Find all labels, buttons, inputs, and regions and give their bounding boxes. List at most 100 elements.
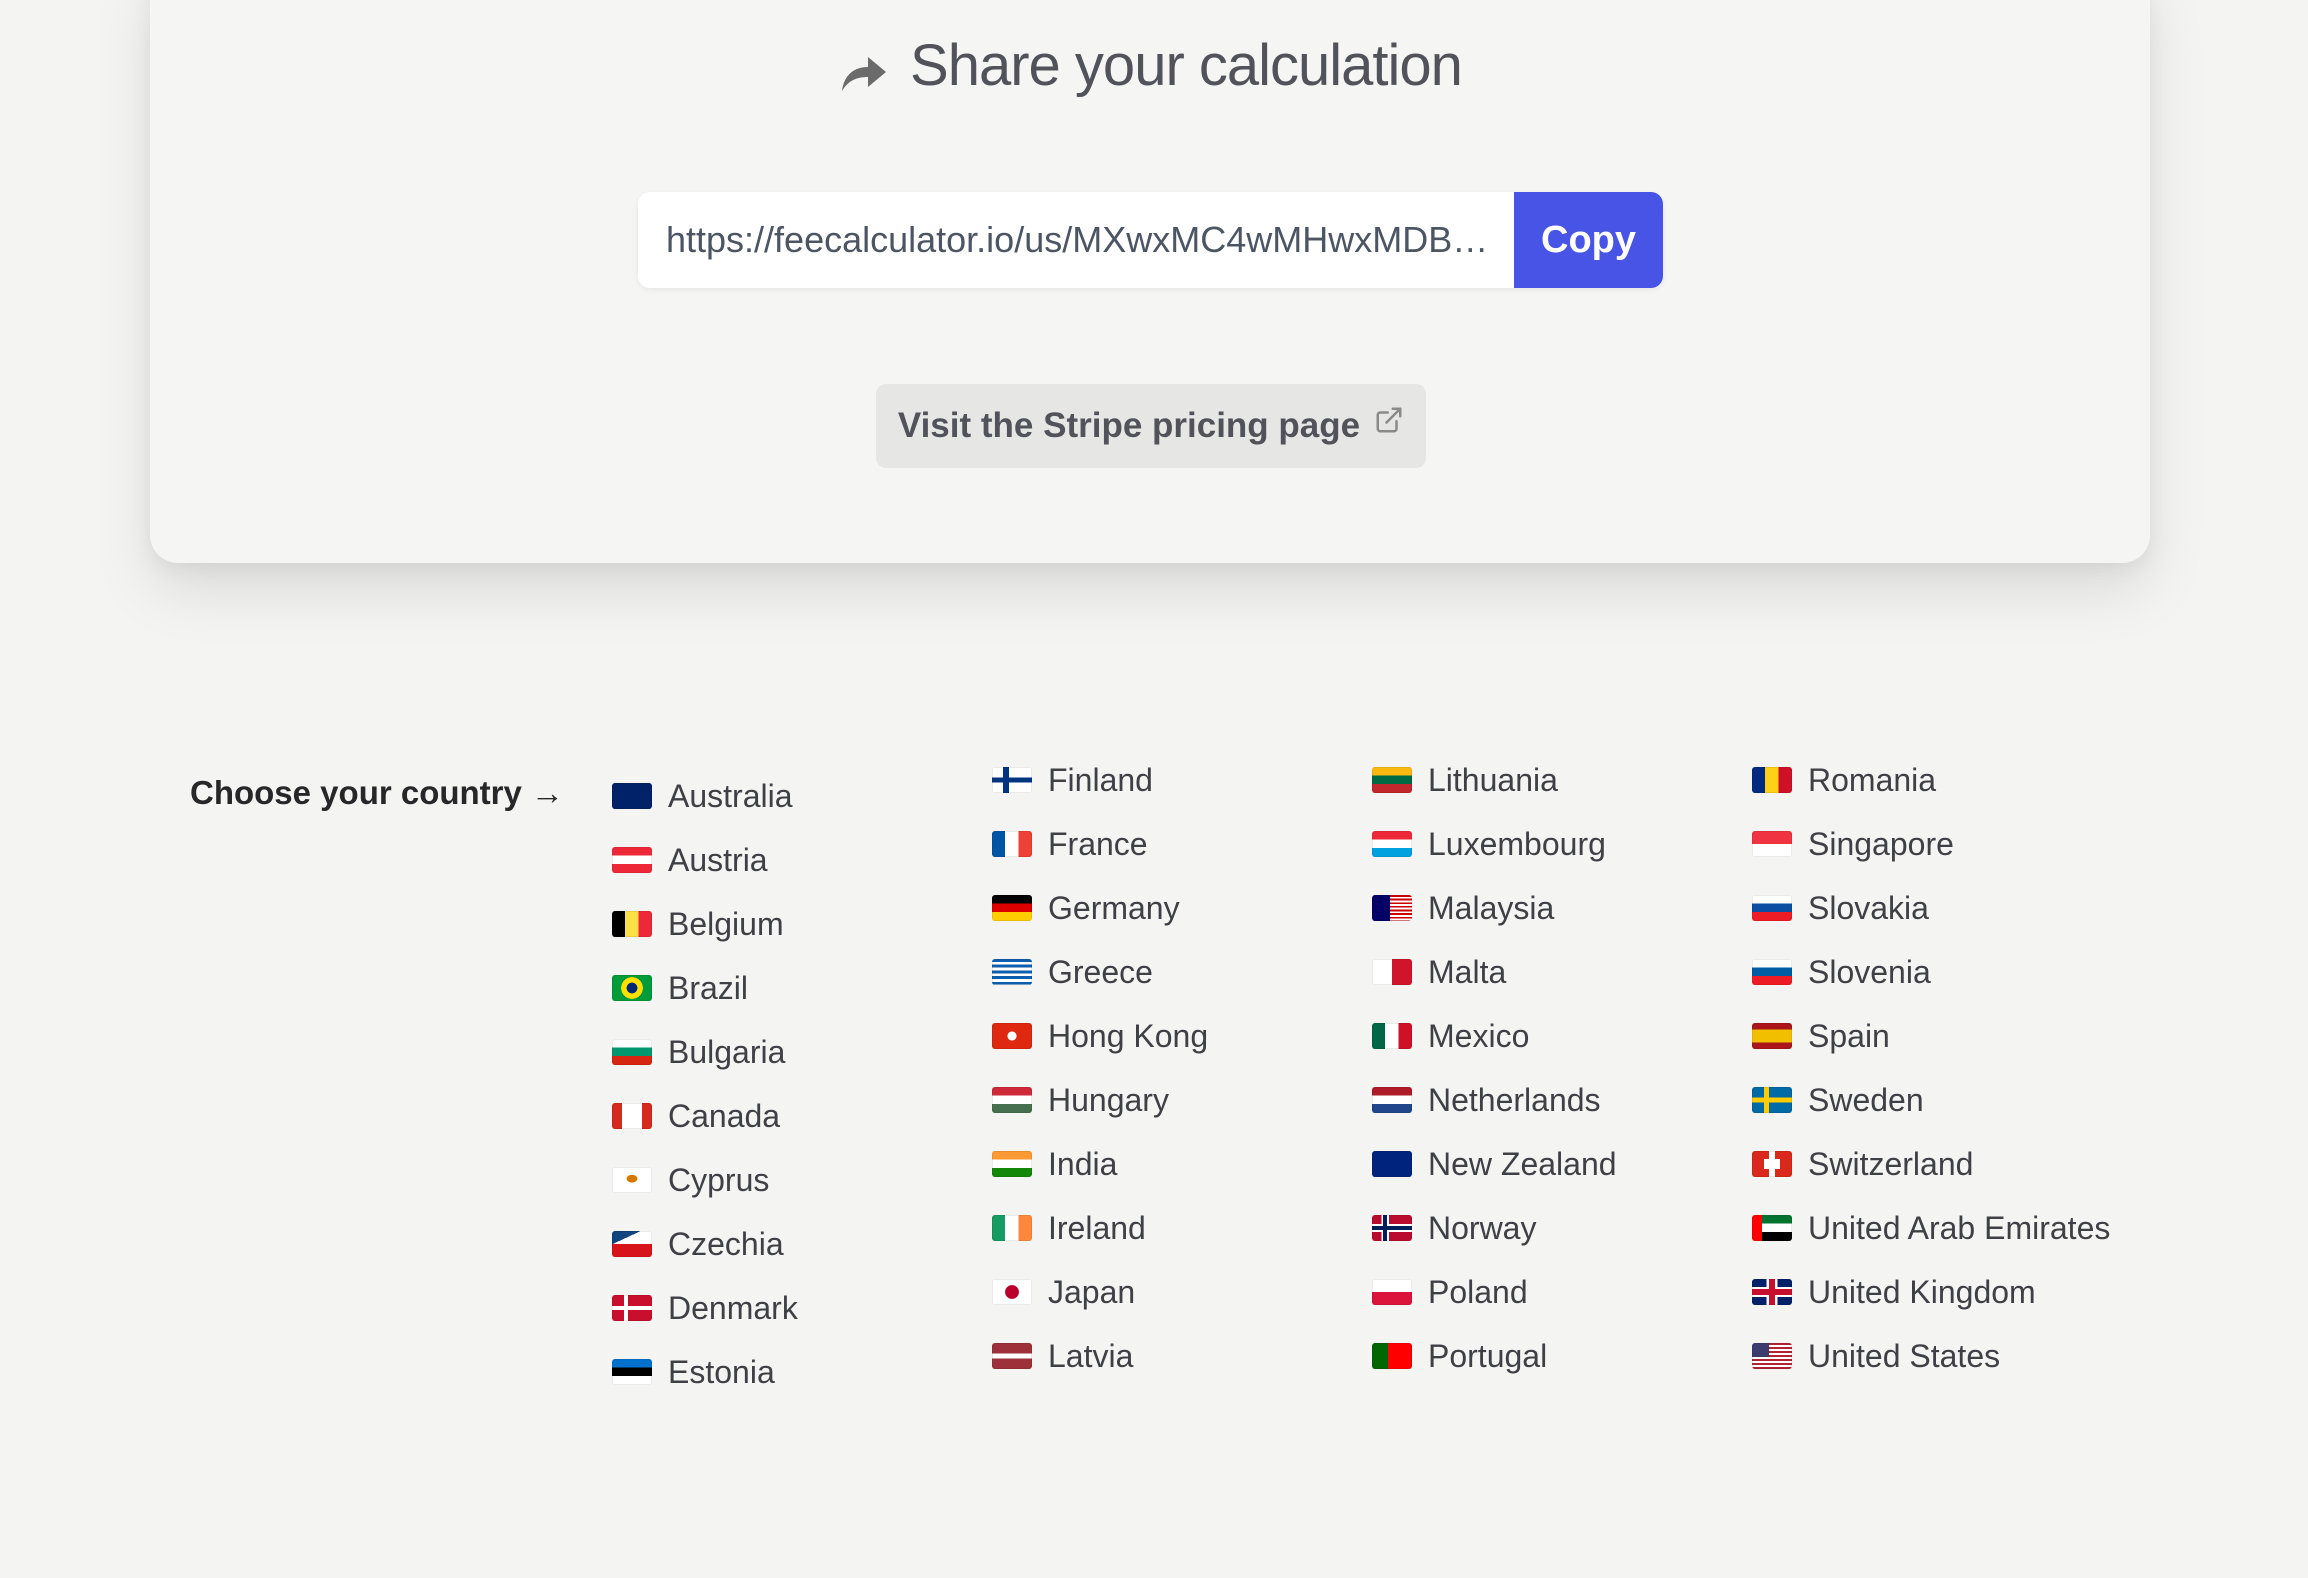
country-link-mexico[interactable]: Mexico: [1372, 1004, 1617, 1068]
country-link-hungary[interactable]: Hungary: [992, 1068, 1208, 1132]
country-label: Norway: [1428, 1209, 1537, 1246]
country-label: Brazil: [668, 969, 749, 1006]
country-link-denmark[interactable]: Denmark: [612, 1276, 798, 1340]
country-link-netherlands[interactable]: Netherlands: [1372, 1068, 1617, 1132]
country-link-lithuania[interactable]: Lithuania: [1372, 748, 1617, 812]
country-link-ireland[interactable]: Ireland: [992, 1196, 1208, 1260]
country-link-luxembourg[interactable]: Luxembourg: [1372, 812, 1617, 876]
country-link-brazil[interactable]: Brazil: [612, 956, 798, 1020]
country-label: Singapore: [1808, 825, 1954, 862]
mx-flag-icon: [1372, 1023, 1412, 1049]
country-link-romania[interactable]: Romania: [1752, 748, 2110, 812]
bg-flag-icon: [612, 1039, 652, 1065]
country-link-united-states[interactable]: United States: [1752, 1324, 2110, 1388]
stripe-pricing-link[interactable]: Visit the Stripe pricing page: [876, 384, 1426, 468]
country-label: Hungary: [1048, 1081, 1169, 1118]
country-label: Japan: [1048, 1273, 1136, 1310]
country-label: Poland: [1428, 1273, 1528, 1310]
country-label: Luxembourg: [1428, 825, 1606, 862]
share-arrow-icon: [842, 56, 887, 91]
share-heading: Share your calculation: [150, 32, 2150, 99]
jp-flag-icon: [992, 1279, 1032, 1305]
country-link-singapore[interactable]: Singapore: [1752, 812, 2110, 876]
country-label: France: [1048, 825, 1148, 862]
country-link-united-arab-emirates[interactable]: United Arab Emirates: [1752, 1196, 2110, 1260]
share-card: Share your calculation Copy Visit the St…: [150, 0, 2150, 563]
country-link-hong-kong[interactable]: Hong Kong: [992, 1004, 1208, 1068]
country-label: Romania: [1808, 761, 1937, 798]
country-label: United States: [1808, 1337, 2001, 1374]
country-label: Lithuania: [1428, 761, 1558, 798]
country-link-czechia[interactable]: Czechia: [612, 1212, 798, 1276]
country-column-3: Lithuania Luxembourg Malaysia Malta Mexico Ne…: [1372, 748, 1617, 1388]
copy-button[interactable]: Copy: [1514, 192, 1663, 288]
country-link-cyprus[interactable]: Cyprus: [612, 1148, 798, 1212]
pt-flag-icon: [1372, 1343, 1412, 1369]
my-flag-icon: [1372, 895, 1412, 921]
country-link-japan[interactable]: Japan: [992, 1260, 1208, 1324]
ee-flag-icon: [612, 1359, 652, 1385]
country-link-australia[interactable]: Australia: [612, 764, 798, 828]
country-link-bulgaria[interactable]: Bulgaria: [612, 1020, 798, 1084]
share-url-input[interactable]: [638, 192, 1514, 288]
fi-flag-icon: [992, 767, 1032, 793]
country-link-malta[interactable]: Malta: [1372, 940, 1617, 1004]
country-label: Belgium: [668, 905, 784, 942]
country-link-united-kingdom[interactable]: United Kingdom: [1752, 1260, 2110, 1324]
sk-flag-icon: [1752, 895, 1792, 921]
country-link-germany[interactable]: Germany: [992, 876, 1208, 940]
country-link-portugal[interactable]: Portugal: [1372, 1324, 1617, 1388]
country-column-4: Romania Singapore Slovakia Slovenia Spain Swe…: [1752, 748, 2110, 1388]
choose-country-label: Choose your country →: [190, 774, 565, 811]
country-label: Finland: [1048, 761, 1153, 798]
country-link-belgium[interactable]: Belgium: [612, 892, 798, 956]
country-label: United Kingdom: [1808, 1273, 2036, 1310]
country-link-poland[interactable]: Poland: [1372, 1260, 1617, 1324]
country-link-malaysia[interactable]: Malaysia: [1372, 876, 1617, 940]
country-label: Bulgaria: [668, 1033, 786, 1070]
es-flag-icon: [1752, 1023, 1792, 1049]
country-label: United Arab Emirates: [1808, 1209, 2111, 1246]
country-label: Austria: [668, 841, 768, 878]
country-link-canada[interactable]: Canada: [612, 1084, 798, 1148]
country-label: Canada: [668, 1097, 781, 1134]
sg-flag-icon: [1752, 831, 1792, 857]
hk-flag-icon: [992, 1023, 1032, 1049]
dk-flag-icon: [612, 1295, 652, 1321]
nz-flag-icon: [1372, 1151, 1412, 1177]
country-label: Australia: [668, 777, 793, 814]
country-link-slovenia[interactable]: Slovenia: [1752, 940, 2110, 1004]
br-flag-icon: [612, 975, 652, 1001]
country-label: India: [1048, 1145, 1118, 1182]
country-link-new-zealand[interactable]: New Zealand: [1372, 1132, 1617, 1196]
country-label: Malaysia: [1428, 889, 1555, 926]
country-label: Slovenia: [1808, 953, 1931, 990]
country-link-india[interactable]: India: [992, 1132, 1208, 1196]
country-link-switzerland[interactable]: Switzerland: [1752, 1132, 2110, 1196]
country-column-2: Finland France Germany Greece Hong Kong Hunga…: [992, 748, 1208, 1388]
no-flag-icon: [1372, 1215, 1412, 1241]
country-link-slovakia[interactable]: Slovakia: [1752, 876, 2110, 940]
country-link-finland[interactable]: Finland: [992, 748, 1208, 812]
country-label: Portugal: [1428, 1337, 1548, 1374]
country-link-latvia[interactable]: Latvia: [992, 1324, 1208, 1388]
country-link-sweden[interactable]: Sweden: [1752, 1068, 2110, 1132]
be-flag-icon: [612, 911, 652, 937]
country-label: Sweden: [1808, 1081, 1924, 1118]
country-link-austria[interactable]: Austria: [612, 828, 798, 892]
cz-flag-icon: [612, 1231, 652, 1257]
country-link-greece[interactable]: Greece: [992, 940, 1208, 1004]
country-column-1: Australia Austria Belgium Brazil Bulgaria Can…: [612, 764, 798, 1404]
country-link-france[interactable]: France: [992, 812, 1208, 876]
at-flag-icon: [612, 847, 652, 873]
country-link-norway[interactable]: Norway: [1372, 1196, 1617, 1260]
country-label: Spain: [1808, 1017, 1890, 1054]
au-flag-icon: [612, 783, 652, 809]
se-flag-icon: [1752, 1087, 1792, 1113]
country-label: Netherlands: [1428, 1081, 1601, 1118]
country-link-estonia[interactable]: Estonia: [612, 1340, 798, 1404]
country-link-spain[interactable]: Spain: [1752, 1004, 2110, 1068]
gr-flag-icon: [992, 959, 1032, 985]
pl-flag-icon: [1372, 1279, 1412, 1305]
country-label: Denmark: [668, 1289, 798, 1326]
